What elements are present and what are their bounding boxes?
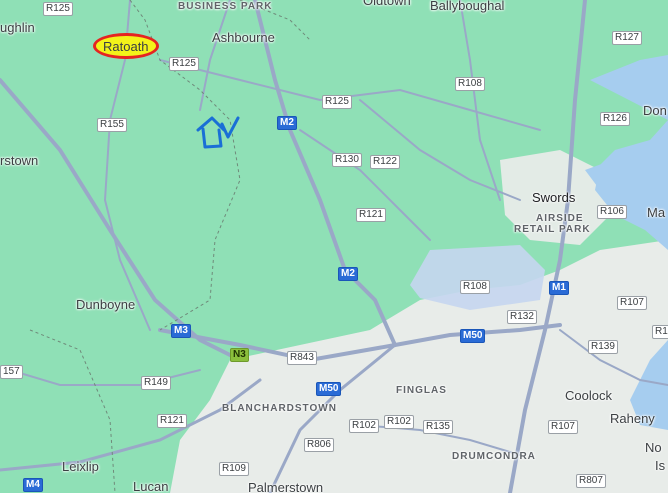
road-shield-r155: R155 bbox=[97, 118, 127, 132]
road-shield-r107: R107 bbox=[617, 296, 647, 310]
place-label-coolock[interactable]: Coolock bbox=[565, 388, 612, 403]
place-label-business-park: BUSINESS PARK bbox=[178, 1, 273, 12]
place-label-don[interactable]: Don bbox=[643, 103, 667, 118]
road-shield-m3: M3 bbox=[171, 324, 191, 338]
road-shield-m50: M50 bbox=[316, 382, 342, 396]
place-label-retail-park: RETAIL PARK bbox=[514, 224, 591, 235]
road-shield-r132: R132 bbox=[507, 310, 537, 324]
road-shield-r806: R806 bbox=[304, 438, 334, 452]
road-shield-r102: R102 bbox=[384, 415, 414, 429]
road-shield-r130: R130 bbox=[332, 153, 362, 167]
road-shield-r102: R102 bbox=[349, 419, 379, 433]
place-label-swords[interactable]: Swords bbox=[532, 190, 575, 205]
road-shield-r127: R127 bbox=[612, 31, 642, 45]
place-label-blanchardstown[interactable]: BLANCHARDSTOWN bbox=[222, 403, 337, 414]
road-shield-r139: R139 bbox=[588, 340, 618, 354]
place-label-oldtown[interactable]: Oldtown bbox=[363, 0, 411, 8]
road-shield-r125: R125 bbox=[322, 95, 352, 109]
road-shield-r121: R121 bbox=[356, 208, 386, 222]
road-shield-r126: R126 bbox=[600, 112, 630, 126]
place-label-finglas[interactable]: FINGLAS bbox=[396, 385, 447, 396]
place-label-rstown[interactable]: rstown bbox=[0, 153, 38, 168]
place-label-dunboyne[interactable]: Dunboyne bbox=[76, 297, 135, 312]
road-shield-r121: R121 bbox=[157, 414, 187, 428]
place-label-ballyboughal[interactable]: Ballyboughal bbox=[430, 0, 504, 13]
road-shield-r125: R125 bbox=[43, 2, 73, 16]
place-label-ratoath[interactable]: Ratoath bbox=[103, 39, 149, 54]
road-shield-m50: M50 bbox=[460, 329, 486, 343]
road-shield-m2: M2 bbox=[338, 267, 358, 281]
road-shield-m1: M1 bbox=[549, 281, 569, 295]
place-label-ma[interactable]: Ma bbox=[647, 205, 665, 220]
road-shield-n3: N3 bbox=[230, 348, 249, 362]
road-shield-r149: R149 bbox=[141, 376, 171, 390]
place-label-no[interactable]: No bbox=[645, 440, 662, 455]
road-shield-r125: R125 bbox=[169, 57, 199, 71]
place-label-raheny[interactable]: Raheny bbox=[610, 411, 655, 426]
map-canvas[interactable]: Ratoath Oldtown Ballyboughal BUSINESS PA… bbox=[0, 0, 668, 493]
place-label-airside: AIRSIDE bbox=[536, 213, 584, 224]
road-shield-r135: R135 bbox=[423, 420, 453, 434]
place-label-is[interactable]: Is bbox=[655, 458, 665, 473]
place-label-drumcondra[interactable]: DRUMCONDRA bbox=[452, 451, 536, 462]
road-shield-r107: R107 bbox=[548, 420, 578, 434]
road-shield-r109: R109 bbox=[219, 462, 249, 476]
hand-drawn-house-and-check-icon bbox=[196, 116, 240, 149]
road-shield-r108: R108 bbox=[455, 77, 485, 91]
road-shield-r122: R122 bbox=[370, 155, 400, 169]
place-label-leixlip[interactable]: Leixlip bbox=[62, 459, 99, 474]
road-shield-r106: R106 bbox=[597, 205, 627, 219]
road-shield-r108: R108 bbox=[460, 280, 490, 294]
road-shield-r12: R12 bbox=[652, 325, 668, 339]
road-shield-m2: M2 bbox=[277, 116, 297, 130]
dublin-airport bbox=[410, 245, 545, 310]
place-label-ughlin[interactable]: ughlin bbox=[0, 20, 35, 35]
road-shield-m4: M4 bbox=[23, 478, 43, 492]
place-label-lucan[interactable]: Lucan bbox=[133, 479, 168, 493]
place-label-palmerstown[interactable]: Palmerstown bbox=[248, 480, 323, 493]
road-shield-157: 157 bbox=[0, 365, 23, 379]
road-shield-r843: R843 bbox=[287, 351, 317, 365]
road-shield-r807: R807 bbox=[576, 474, 606, 488]
place-label-ashbourne[interactable]: Ashbourne bbox=[212, 30, 275, 45]
